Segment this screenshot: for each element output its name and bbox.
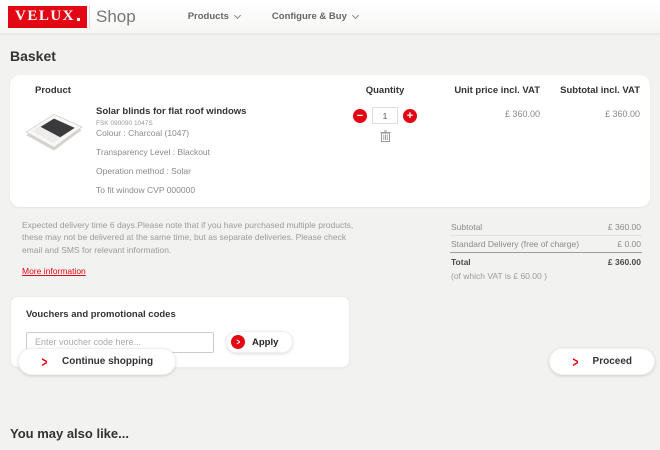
unit-price-value: £ 360.00 [504, 109, 540, 119]
arrow-right-icon: > [231, 335, 245, 349]
totals-subtotal-value: £ 360.00 [607, 222, 641, 232]
product-name: Solar blinds for flat roof windows [96, 106, 247, 117]
product-fit: To fit window CVP 000000 [96, 185, 196, 195]
velux-logo-dot [77, 17, 81, 21]
plus-icon: + [406, 109, 414, 122]
basket-item-row: Solar blinds for flat roof windows FSK 0… [10, 104, 650, 195]
nav-item-configure-buy[interactable]: Configure & Buy [271, 11, 359, 22]
proceed-button[interactable]: > Proceed [548, 348, 655, 375]
header-unit-price: Unit price incl. VAT [454, 85, 540, 96]
totals-total-row: Total £ 360.00 [450, 253, 642, 270]
order-totals: Subtotal £ 360.00 Standard Delivery (fre… [450, 219, 642, 282]
apply-button-label: Apply [252, 336, 279, 348]
header-product: Product [35, 85, 71, 96]
top-header: VELUX Shop Products Configure & Buy [0, 0, 660, 33]
apply-voucher-button[interactable]: > Apply [226, 331, 294, 353]
shop-label: Shop [96, 6, 136, 26]
basket-card: Product Quantity Unit price incl. VAT Su… [10, 75, 650, 207]
product-cell: Solar blinds for flat roof windows FSK 0… [20, 104, 335, 195]
quantity-decrease-button[interactable]: − [353, 108, 367, 123]
delivery-text: Expected delivery time 6 days.Please not… [22, 220, 354, 255]
header-subtotal: Subtotal incl. VAT [560, 85, 640, 96]
quantity-stepper: − + [353, 107, 417, 124]
product-sku: FSK 090090 1047S [96, 120, 153, 127]
voucher-title: Vouchers and promotional codes [26, 309, 176, 320]
vat-note: (of which VAT is £ 60.00 ) [451, 271, 547, 281]
product-image [25, 114, 83, 151]
arrow-right-icon: > [572, 352, 579, 371]
continue-shopping-label: Continue shopping [62, 356, 154, 367]
nav-item-products-label: Products [187, 11, 229, 22]
quantity-increase-button[interactable]: + [403, 108, 417, 123]
proceed-label: Proceed [592, 356, 632, 367]
product-operation: Operation method : Solar [96, 166, 191, 176]
quantity-input[interactable] [372, 107, 398, 124]
arrow-right-icon: > [41, 352, 48, 371]
velux-logo[interactable]: VELUX [8, 5, 88, 28]
product-colour: Colour : Charcoal (1047) [96, 128, 190, 138]
nav-item-products[interactable]: Products [187, 11, 241, 22]
totals-subtotal-row: Subtotal £ 360.00 [450, 219, 642, 236]
quantity-cell: − + [335, 104, 435, 142]
totals-delivery-label: Standard Delivery (free of charge) [451, 239, 580, 249]
subtotal-value: £ 360.00 [604, 109, 640, 119]
product-details: Solar blinds for flat roof windows FSK 0… [96, 104, 246, 195]
main-nav: Products Configure & Buy [187, 11, 359, 22]
chevron-down-icon [351, 11, 359, 19]
summary-section: Expected delivery time 6 days.Please not… [10, 219, 650, 282]
totals-delivery-value: £ 0.00 [617, 239, 641, 249]
totals-total-label: Total [451, 257, 471, 267]
totals-total-value: £ 360.00 [607, 257, 641, 267]
continue-shopping-button[interactable]: > Continue shopping [18, 348, 177, 375]
you-may-also-like-title: You may also like... [10, 426, 129, 441]
velux-logo-text: VELUX [15, 7, 76, 24]
nav-item-configure-buy-label: Configure & Buy [271, 11, 347, 22]
delivery-info: Expected delivery time 6 days.Please not… [22, 219, 367, 282]
minus-icon: − [356, 109, 364, 122]
product-transparency: Transparency Level : Blackout [96, 147, 211, 157]
header-quantity: Quantity [365, 85, 405, 96]
totals-delivery-row: Standard Delivery (free of charge) £ 0.0… [450, 236, 642, 253]
trash-icon[interactable] [380, 130, 391, 142]
logo-divider [89, 4, 91, 29]
totals-subtotal-label: Subtotal [451, 222, 483, 232]
page-title: Basket [10, 48, 56, 64]
more-information-link[interactable]: More information [22, 265, 86, 277]
basket-table-header: Product Quantity Unit price incl. VAT Su… [10, 75, 650, 104]
chevron-down-icon [233, 11, 241, 19]
